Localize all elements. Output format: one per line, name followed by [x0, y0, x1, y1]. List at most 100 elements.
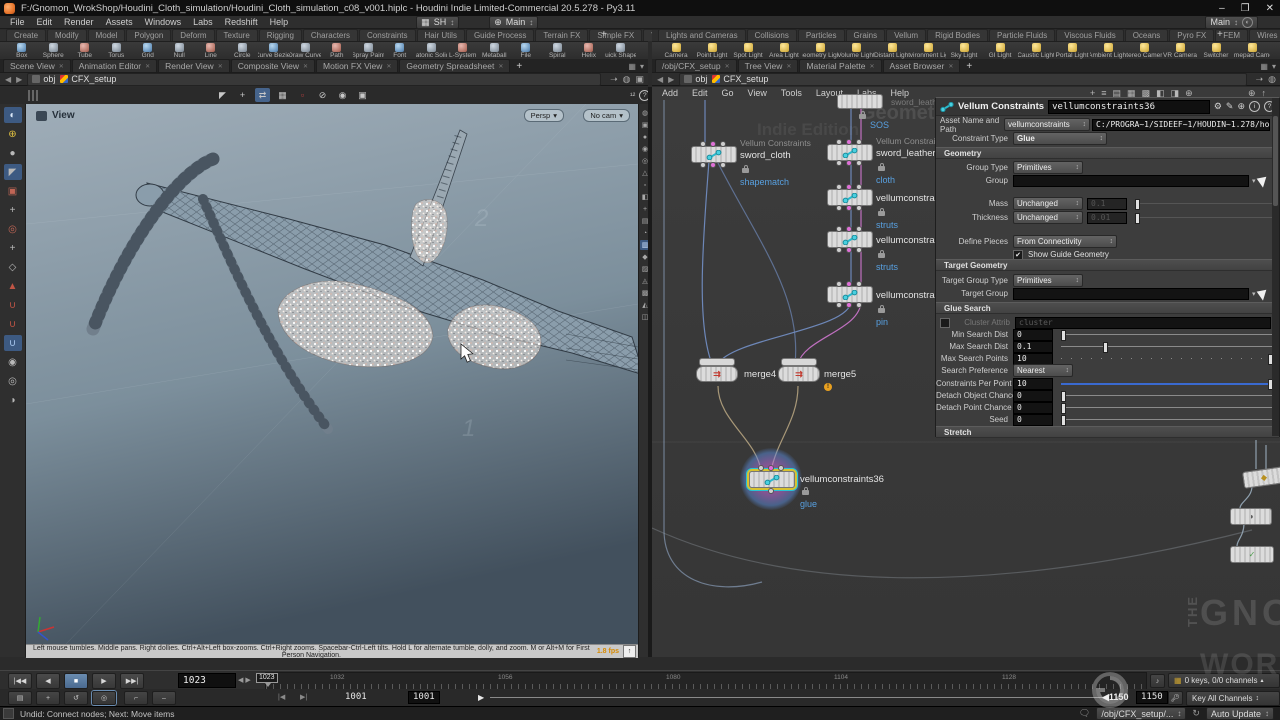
asset-name-combo[interactable]: vellumconstraints↕ — [1004, 118, 1090, 131]
key-icon[interactable]: 🔑︎ — [1168, 691, 1183, 705]
menu-item[interactable]: File — [4, 17, 31, 27]
min-search-slider[interactable] — [1061, 329, 1273, 340]
range-slider-left-handle[interactable]: ▶ — [478, 693, 484, 702]
message-log-icon[interactable] — [3, 708, 14, 719]
range-start-field[interactable]: 1001 — [408, 691, 440, 704]
step-back-icon[interactable]: |◀ — [278, 693, 285, 701]
group-field[interactable] — [1013, 175, 1249, 187]
seed-slider[interactable] — [1061, 414, 1273, 425]
shelf-tool[interactable]: Grid — [132, 43, 164, 59]
shelf-tool[interactable]: Spiral — [542, 43, 574, 59]
network-menu-item[interactable]: View — [742, 87, 773, 99]
detach-obj-slider[interactable] — [1061, 390, 1273, 401]
add-pane-tab-button[interactable]: + — [511, 61, 527, 72]
search-icon[interactable]: ⊕ — [1237, 101, 1245, 112]
seed-field[interactable]: 0 — [1013, 414, 1053, 426]
pane-tab[interactable]: Scene View✕ — [3, 59, 71, 72]
node-merge5[interactable]: ⇉ — [778, 366, 820, 382]
shelf-tab[interactable]: Texture — [216, 29, 258, 41]
tab-close-icon[interactable]: ✕ — [145, 63, 150, 70]
pane-tab[interactable]: Tree View✕ — [738, 59, 799, 72]
viewport-side-tool-icon[interactable]: ◎ — [4, 373, 22, 389]
go-to-start-button[interactable]: |◀◀ — [8, 673, 32, 689]
show-guide-checkbox[interactable]: ✔ — [1013, 250, 1023, 260]
shelf-tool[interactable]: VR Camera — [1162, 43, 1198, 59]
detach-obj-field[interactable]: 0 — [1013, 390, 1053, 402]
keys-info-button[interactable]: ▦ 0 keys, 0/0 channels▴ — [1168, 673, 1280, 688]
tab-close-icon[interactable]: ✕ — [498, 63, 503, 70]
section-geometry[interactable]: Geometry — [936, 147, 1279, 159]
export-icon[interactable]: ▤ — [8, 691, 32, 705]
shelf-tab[interactable]: Characters — [303, 29, 358, 41]
shelf-tab[interactable]: Hair Utils — [417, 29, 465, 41]
shelf-tool[interactable]: Line — [195, 43, 227, 59]
playhead-flag[interactable]: 1023 — [256, 673, 278, 683]
network-menu-item[interactable]: Edit — [686, 87, 714, 99]
viewport-tool-icon[interactable]: ▣ — [355, 88, 370, 102]
shelf-tab[interactable]: Vellum — [886, 29, 926, 41]
menu-item[interactable]: Windows — [139, 17, 188, 27]
path-field[interactable]: obj CFX_setup — [27, 73, 601, 86]
shelf-tool[interactable]: Circle — [227, 43, 259, 59]
shelf-tool[interactable]: Tube — [69, 43, 101, 59]
max-points-field[interactable]: 10 — [1013, 353, 1053, 365]
step-forward-icon[interactable]: ▶| — [300, 693, 307, 701]
viewport-side-tool-icon[interactable]: + — [4, 240, 22, 256]
close-button[interactable]: ✕ — [1266, 3, 1274, 14]
max-search-field[interactable]: 0.1 — [1013, 341, 1053, 353]
node-sword-cloth[interactable] — [691, 146, 737, 163]
asset-path-field[interactable]: C:/PROGRA~1/SIDEEF~1/HOUDIN~1.278/houdin… — [1092, 119, 1270, 131]
section-target-geometry[interactable]: Target Geometry — [936, 259, 1279, 271]
tab-close-icon[interactable]: ✕ — [786, 63, 791, 70]
pick-geometry-arrow-icon[interactable] — [1256, 173, 1270, 187]
shelf-tool[interactable]: L-System — [447, 43, 479, 59]
viewport-side-tool-icon[interactable]: ∪ — [4, 335, 22, 351]
shelf-tab[interactable]: Rigging — [259, 29, 302, 41]
range-slider-track[interactable] — [490, 697, 1102, 698]
viewport-side-tool-icon[interactable]: ◎ — [4, 221, 22, 237]
shelf-tab[interactable]: Polygon — [126, 29, 171, 41]
tab-close-icon[interactable]: ✕ — [303, 63, 308, 70]
viewport-tool-icon[interactable]: ◉ — [335, 88, 350, 102]
shelf-tab[interactable]: Deform — [172, 29, 214, 41]
toolbar-grip-icon[interactable] — [28, 90, 40, 101]
define-pieces-combo[interactable]: From Connectivity↕ — [1013, 235, 1117, 248]
viewport-tool-icon[interactable]: ◤ — [215, 88, 230, 102]
viewport-side-tool-icon[interactable]: ∪ — [4, 316, 22, 332]
shelf-tool[interactable]: File — [510, 43, 542, 59]
viewport-tool-icon[interactable]: + — [235, 88, 250, 102]
shelf-tool[interactable]: Quick Shapes — [605, 43, 637, 59]
node-vellumconstraints36[interactable] — [749, 471, 795, 488]
range-end-field[interactable]: 1150 — [1136, 691, 1168, 704]
shelf-tab[interactable]: Model — [88, 29, 126, 41]
menu-item[interactable]: Redshift — [219, 17, 264, 27]
pane-tab[interactable]: /obj/CFX_setup✕ — [655, 59, 737, 72]
detach-pt-field[interactable]: 0 — [1013, 402, 1053, 414]
shelf-tab[interactable]: Oceans — [1125, 29, 1169, 41]
shelf-tool[interactable]: Volume Light — [838, 43, 874, 59]
pick-geometry-arrow-icon[interactable] — [1256, 286, 1270, 300]
viewport-side-tool-icon[interactable]: ◤ — [4, 164, 22, 180]
network-menu-item[interactable]: Add — [656, 87, 684, 99]
stop-button[interactable]: ■ — [64, 673, 88, 689]
forward-icon[interactable]: ▶ — [16, 75, 22, 84]
add-shelf-tab-button[interactable]: + — [596, 29, 612, 40]
node-merge4[interactable]: ⇉ — [696, 366, 738, 382]
loop-icon[interactable]: ↺ — [64, 691, 88, 705]
network-menu-item[interactable]: Tools — [775, 87, 808, 99]
target-group-type-combo[interactable]: Primitives↕ — [1013, 274, 1083, 287]
menu-item[interactable]: Edit — [31, 17, 59, 27]
tab-close-icon[interactable]: ✕ — [386, 63, 391, 70]
shelf-tool[interactable]: Spray Paint — [353, 43, 385, 59]
expand-icon[interactable]: ↑ — [623, 645, 636, 658]
pane-tab[interactable]: Asset Browser✕ — [883, 59, 961, 72]
key-all-channels-button[interactable]: Key All Channels↕ — [1186, 691, 1280, 706]
search-pref-combo[interactable]: Nearest↕ — [1013, 364, 1073, 377]
cpp-slider[interactable] — [1061, 378, 1273, 389]
add-pane-tab-button[interactable]: + — [961, 61, 977, 72]
shelf-tool[interactable]: Area Light — [766, 43, 802, 59]
shelf-tool[interactable]: Sphere — [38, 43, 70, 59]
shelf-tool[interactable]: Helix — [573, 43, 605, 59]
shelf-tab[interactable]: Pyro FX — [1169, 29, 1214, 41]
scene-viewport[interactable]: 2 1 View Persp▾ No cam▾ — [26, 104, 638, 644]
